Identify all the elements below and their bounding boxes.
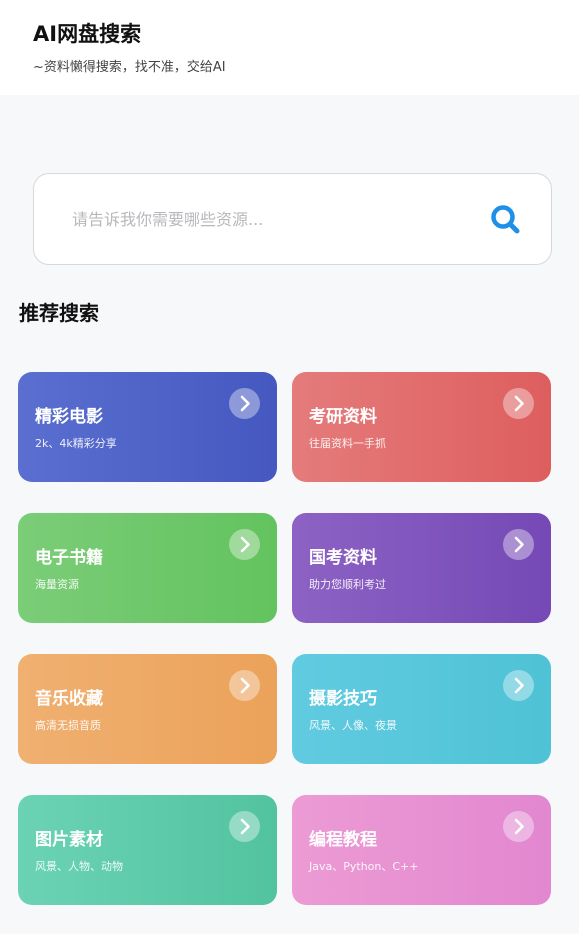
chevron-right-icon[interactable] <box>503 529 534 560</box>
app-title: AI网盘搜索 <box>33 22 142 46</box>
card-kaoyan[interactable]: 考研资料往届资料一手抓 <box>292 372 551 482</box>
card-description: 助力您顺利考过 <box>309 578 386 591</box>
chevron-right-icon[interactable] <box>503 670 534 701</box>
chevron-right-icon[interactable] <box>503 811 534 842</box>
chevron-right-icon[interactable] <box>229 670 260 701</box>
card-title: 编程教程 <box>309 830 377 850</box>
card-description: 风景、人像、夜景 <box>309 719 397 732</box>
card-title: 考研资料 <box>309 407 377 427</box>
app-subtitle: ~资料懒得搜索，找不准，交给AI <box>33 60 226 75</box>
card-description: 风景、人物、动物 <box>35 860 123 873</box>
search-icon[interactable] <box>486 200 526 240</box>
card-title: 摄影技巧 <box>309 689 377 709</box>
search-box[interactable] <box>33 173 552 265</box>
section-title: 推荐搜索 <box>19 301 99 325</box>
card-title: 精彩电影 <box>35 407 103 427</box>
card-title: 音乐收藏 <box>35 689 103 709</box>
chevron-right-icon[interactable] <box>229 811 260 842</box>
card-title: 图片素材 <box>35 830 103 850</box>
chevron-right-icon[interactable] <box>229 388 260 419</box>
card-title: 电子书籍 <box>35 548 103 568</box>
chevron-right-icon[interactable] <box>503 388 534 419</box>
header: AI网盘搜索 ~资料懒得搜索，找不准，交给AI <box>0 0 579 95</box>
card-description: 海量资源 <box>35 578 79 591</box>
card-photography[interactable]: 摄影技巧风景、人像、夜景 <box>292 654 551 764</box>
card-ebooks[interactable]: 电子书籍 海量资源 <box>18 513 277 623</box>
card-guokao[interactable]: 国考资料助力您顺利考过 <box>292 513 551 623</box>
card-description: 往届资料一手抓 <box>309 437 386 450</box>
search-input[interactable] <box>72 204 472 234</box>
card-movies[interactable]: 精彩电影 2k、4k精彩分享 <box>18 372 277 482</box>
card-description: 高清无损音质 <box>35 719 101 732</box>
chevron-right-icon[interactable] <box>229 529 260 560</box>
card-programming[interactable]: 编程教程 Java、Python、C++ <box>292 795 551 905</box>
card-title: 国考资料 <box>309 548 377 568</box>
card-description: 2k、4k精彩分享 <box>35 437 117 450</box>
card-description: Java、Python、C++ <box>309 860 419 873</box>
card-images[interactable]: 图片素材风景、人物、动物 <box>18 795 277 905</box>
card-music[interactable]: 音乐收藏高清无损音质 <box>18 654 277 764</box>
